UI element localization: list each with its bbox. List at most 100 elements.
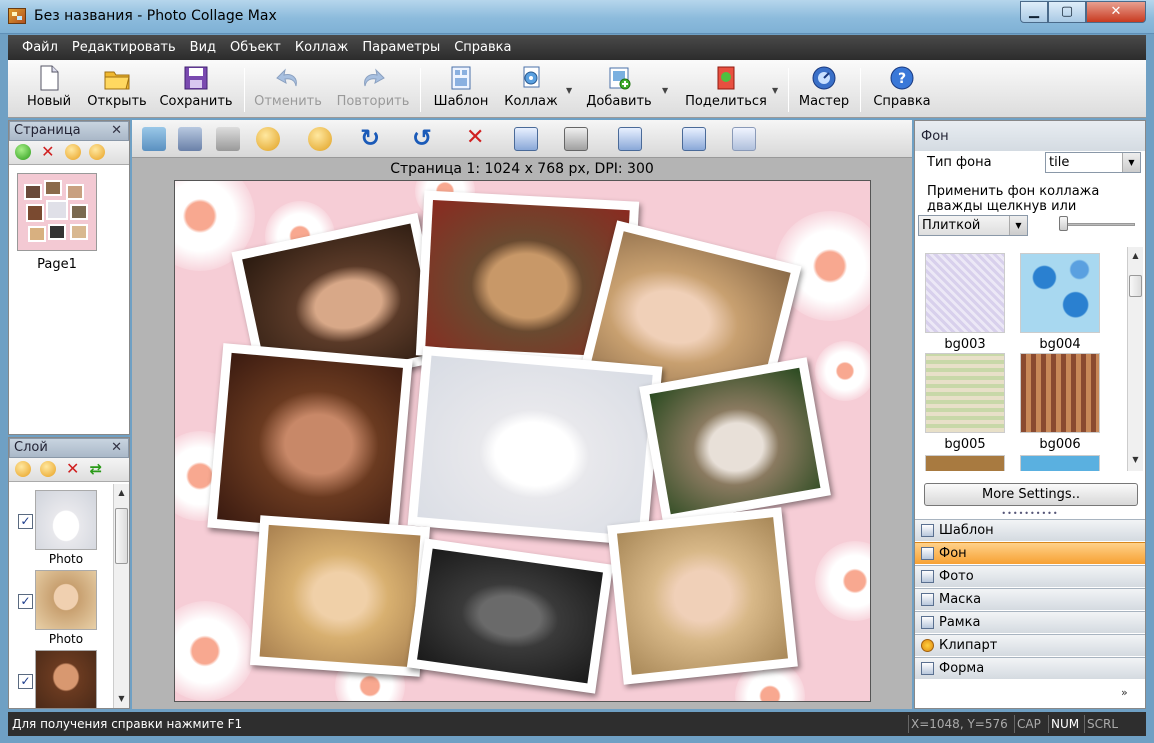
layer-up-icon[interactable]: [15, 461, 31, 477]
page-thumbnail[interactable]: [17, 173, 97, 251]
redo-button[interactable]: Повторить: [334, 62, 412, 116]
nav-photo[interactable]: Фото: [915, 565, 1145, 587]
layer-panel-title: Слой: [14, 440, 48, 455]
photo-icon: [921, 570, 934, 583]
layer-visible-checkbox[interactable]: ✓: [18, 674, 33, 689]
background-thumb[interactable]: [925, 455, 1005, 471]
add-button[interactable]: Добавить: [582, 62, 656, 116]
app-icon: [8, 8, 26, 24]
menu-help[interactable]: Справка: [447, 35, 518, 60]
send-backward-icon[interactable]: [308, 127, 332, 151]
rotate-left-icon[interactable]: ↺: [412, 126, 436, 151]
background-type-value: tile: [1049, 155, 1070, 170]
folder-icon: [104, 71, 130, 90]
layer-item[interactable]: ✓ Photo: [9, 488, 113, 568]
background-thumb[interactable]: [1020, 455, 1100, 471]
align-icon[interactable]: [514, 127, 538, 151]
layer-down-icon[interactable]: [39, 461, 56, 477]
minimize-button[interactable]: ▁: [1020, 1, 1048, 23]
collage-photo[interactable]: [249, 515, 431, 677]
add-page-icon[interactable]: [15, 144, 31, 160]
tile-mode-value: Плиткой: [922, 218, 981, 233]
layer-thumbnail: [35, 650, 97, 708]
collage-button[interactable]: Коллаж: [502, 62, 560, 116]
collage-photo[interactable]: [207, 343, 413, 544]
template-button[interactable]: Шаблон: [432, 62, 490, 116]
template-icon: [921, 524, 934, 537]
close-button[interactable]: ✕: [1086, 1, 1146, 23]
delete-layer-icon[interactable]: ✕: [65, 461, 81, 477]
gallery-scrollbar[interactable]: ▲ ▼: [1127, 247, 1143, 471]
remove-bg-icon[interactable]: [682, 127, 706, 151]
maximize-button[interactable]: ▢: [1048, 1, 1086, 23]
background-thumb[interactable]: [925, 253, 1005, 333]
refresh-icon[interactable]: ⇄: [89, 461, 105, 477]
menu-collage[interactable]: Коллаж: [288, 35, 355, 60]
info-icon[interactable]: [732, 127, 756, 151]
menu-file[interactable]: Файл: [8, 35, 65, 60]
collage-dropdown-arrow[interactable]: ▼: [566, 86, 572, 95]
nav-label: Рамка: [939, 615, 981, 630]
layer-visible-checkbox[interactable]: ✓: [18, 514, 33, 529]
nav-background[interactable]: Фон: [915, 542, 1145, 564]
collage-photo[interactable]: [406, 538, 614, 694]
help-button[interactable]: ? Справка: [870, 62, 934, 116]
open-button[interactable]: Открыть: [84, 62, 150, 116]
add-dropdown-arrow[interactable]: ▼: [662, 86, 668, 95]
layer-label: Photo: [48, 632, 84, 646]
layer-scrollbar[interactable]: ▲ ▼: [113, 484, 129, 708]
chevron-double-down-icon[interactable]: »: [1121, 686, 1128, 699]
delete-page-icon[interactable]: ✕: [40, 144, 56, 160]
background-thumb[interactable]: [1020, 353, 1100, 433]
menu-object[interactable]: Объект: [223, 35, 288, 60]
crop-icon[interactable]: [216, 127, 240, 151]
move-up-icon[interactable]: [64, 144, 81, 160]
layer-item[interactable]: ✓: [9, 648, 113, 708]
layer-item[interactable]: ✓ Photo: [9, 568, 113, 648]
nav-template[interactable]: Шаблон: [915, 519, 1145, 541]
bring-forward-icon[interactable]: [256, 127, 280, 151]
toolbar-separator: [420, 68, 421, 112]
status-num: NUM: [1048, 715, 1081, 733]
rotate-right-icon[interactable]: ↻: [360, 126, 384, 151]
share-dropdown-arrow[interactable]: ▼: [772, 86, 778, 95]
more-settings-button[interactable]: More Settings..: [924, 483, 1138, 506]
help-icon: ?: [890, 66, 914, 90]
status-bar: Для получения справки нажмите F1 X=1048,…: [8, 712, 1146, 736]
background-type-select[interactable]: tile ▼: [1045, 152, 1141, 173]
tile-mode-select[interactable]: Плиткой ▼: [918, 215, 1028, 236]
background-thumb[interactable]: [1020, 253, 1100, 333]
menu-view[interactable]: Вид: [183, 35, 223, 60]
nav-shape[interactable]: Форма: [915, 657, 1145, 679]
size-icon[interactable]: [564, 127, 588, 151]
menu-edit[interactable]: Редактировать: [65, 35, 183, 60]
move-down-icon[interactable]: [89, 144, 106, 160]
background-gallery: bg003 bg004 bg005 bg006: [918, 247, 1140, 471]
background-thumb-label: bg005: [944, 437, 986, 452]
save-button[interactable]: Сохранить: [158, 62, 234, 116]
layer-visible-checkbox[interactable]: ✓: [18, 594, 33, 609]
collage-photo[interactable]: [639, 357, 831, 525]
nav-frame[interactable]: Рамка: [915, 611, 1145, 633]
nav-mask[interactable]: Маска: [915, 588, 1145, 610]
replace-image-icon[interactable]: [178, 127, 202, 151]
wizard-icon: [812, 66, 836, 90]
close-icon[interactable]: ✕: [111, 122, 122, 140]
menu-params[interactable]: Параметры: [355, 35, 447, 60]
collage-canvas[interactable]: [174, 180, 871, 702]
close-icon[interactable]: ✕: [111, 439, 122, 457]
distribute-icon[interactable]: [618, 127, 642, 151]
wizard-button[interactable]: Мастер: [796, 62, 852, 116]
page-tools: ✕: [9, 141, 129, 165]
collage-photo[interactable]: [407, 345, 663, 547]
share-button[interactable]: Поделиться: [682, 62, 770, 116]
slider-thumb[interactable]: [1059, 216, 1068, 231]
collage-photo[interactable]: [607, 507, 798, 685]
insert-image-icon[interactable]: [142, 127, 166, 151]
splitter-grip[interactable]: ••••••••••: [915, 510, 1145, 518]
undo-button[interactable]: Отменить: [254, 62, 322, 116]
nav-clipart[interactable]: Клипарт: [915, 634, 1145, 656]
delete-icon[interactable]: ✕: [466, 127, 490, 151]
new-button[interactable]: Новый: [22, 62, 76, 116]
background-thumb[interactable]: [925, 353, 1005, 433]
